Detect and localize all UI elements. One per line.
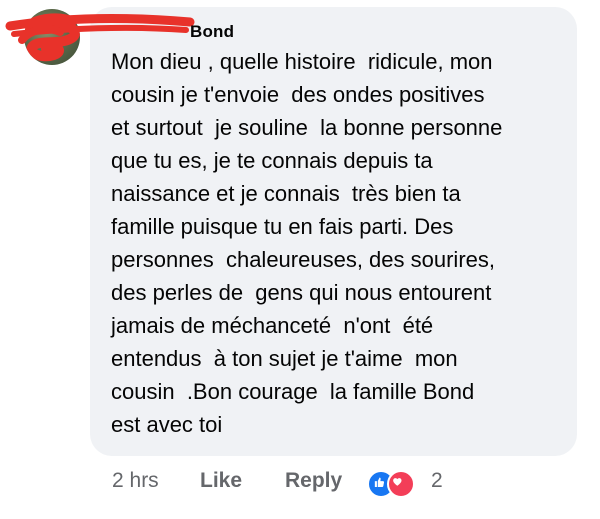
comment-text-line: jamais de méchanceté n'ont été: [111, 313, 434, 338]
comment-text-line: personnes chaleureuses, des sourires,: [111, 247, 495, 272]
comment-timestamp[interactable]: 2 hrs: [112, 469, 159, 493]
comment-text-line: naissance et je connais très bien ta: [111, 181, 461, 206]
reply-button[interactable]: Reply: [285, 469, 342, 493]
avatar-redaction-scribble: [24, 13, 80, 62]
comment-text-line: Mon dieu , quelle histoire ridicule, mon: [111, 49, 493, 74]
comment-text-line: cousin je t'envoie des ondes positives: [111, 82, 485, 107]
comment-text-line: est avec toi: [111, 412, 223, 437]
reaction-count: 2: [431, 469, 443, 492]
comment-text-line: et surtout je souline la bonne personne: [111, 115, 503, 140]
comment-text-line: entendus à ton sujet je t'aime mon: [111, 346, 458, 371]
comment-text-line: cousin .Bon courage la famille Bond: [111, 379, 475, 404]
like-button[interactable]: Like: [200, 469, 242, 493]
comment-text-line: famille puisque tu en fais parti. Des: [111, 214, 454, 239]
comment-text: Mon dieu , quelle histoire ridicule, mon…: [111, 45, 571, 441]
comment-author-name[interactable]: Bond: [190, 22, 234, 42]
comment-container: Bond Mon dieu , quelle histoire ridicule…: [0, 0, 600, 519]
comment-text-line: que tu es, je te connais depuis ta: [111, 148, 433, 173]
comment-text-line: des perles de gens qui nous entourent: [111, 280, 492, 305]
love-reaction-icon: [387, 470, 415, 498]
avatar[interactable]: [24, 9, 80, 65]
